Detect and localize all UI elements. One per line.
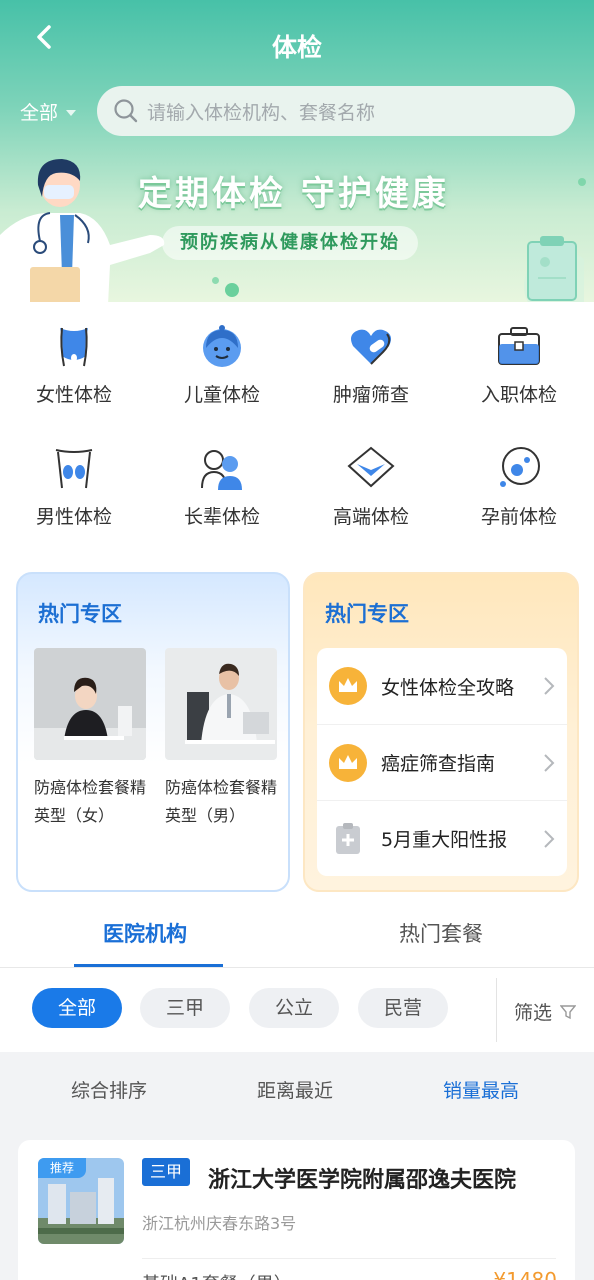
sort-overall[interactable]: 综合排序 [71,1076,147,1103]
category-label: 男性体检 [35,506,112,528]
hospital-card[interactable]: 推荐 三甲 浙江大学医学院附属邵逸夫医院 浙江杭州庆春东路3号 基础A1套餐（男… [18,1140,575,1280]
category-label: 入职体检 [480,384,557,406]
funnel-icon [560,1004,577,1019]
hot-zone-title: 热门专区 [38,602,122,626]
hot-zone-title: 热门专区 [325,602,409,626]
header-banner: 体检 全部 请输入体检机构、套餐名称 定期体检 守护健康 预防疾病从健康体检开始 [0,0,594,302]
category-label: 孕前体检 [480,506,557,528]
scope-label: 全部 [20,102,59,124]
diamond-icon [347,446,395,488]
search-input[interactable]: 请输入体检机构、套餐名称 [97,86,575,136]
chip-private[interactable]: 民营 [358,988,448,1028]
package-photo [34,648,146,760]
guide-item[interactable]: 癌症筛查指南 [317,724,567,800]
heart-pill-icon [351,329,391,365]
banner-subheadline: 预防疾病从健康体检开始 [162,226,418,260]
guide-text: 癌症筛查指南 [381,753,496,775]
scope-dropdown[interactable]: 全部 [20,98,77,125]
decor-dot [212,277,219,284]
hot-zone-guides: 热门专区 女性体检全攻略 癌症筛查指南 5月重大阳性报 [303,572,579,892]
divider [142,1258,556,1259]
hot-zones: 热门专区 防癌体检套餐精英型（女） 防癌体检套餐精英型（男） 热门专区 女性体检… [0,560,594,910]
clipboard-icon [524,236,584,302]
category-child[interactable]: 儿童体检 [148,322,296,407]
chevron-right-icon [544,830,555,848]
elders-icon [201,450,242,490]
decor-dot [225,283,239,297]
chip-tier3a[interactable]: 三甲 [140,988,230,1028]
chip-all[interactable]: 全部 [32,988,122,1028]
tab-indicator [74,964,223,967]
hospital-name: 浙江大学医学院附属邵逸夫医院 [208,1168,517,1193]
divider [496,978,497,1042]
package-name: 防癌体检套餐精英型（男） [165,778,278,825]
tab-bar: 医院机构 热门套餐 [0,910,594,968]
female-body-icon [60,327,88,367]
filter-label: 筛选 [514,1002,553,1024]
category-label: 儿童体检 [183,384,260,406]
chevron-right-icon [544,677,555,695]
category-premium[interactable]: 高端体检 [297,444,445,529]
sort-distance[interactable]: 距离最近 [257,1076,333,1103]
male-body-icon [55,449,93,489]
recommend-tag: 推荐 [38,1158,86,1178]
guide-text: 5月重大阳性报 [381,829,508,851]
sort-bar: 综合排序 距离最近 销量最高 [0,1052,594,1124]
category-onboarding[interactable]: 入职体检 [445,322,593,407]
crown-icon [329,667,367,705]
category-male[interactable]: 男性体检 [0,444,148,529]
category-label: 肿瘤筛查 [332,384,409,406]
filter-button[interactable]: 筛选 [514,998,577,1025]
filter-chips: 全部 三甲 公立 民营 筛选 [0,968,594,1052]
category-elders[interactable]: 长辈体检 [148,444,296,529]
level-badge: 三甲 [142,1158,190,1186]
package-card-female[interactable]: 防癌体检套餐精英型（女） [34,648,146,830]
sort-sales[interactable]: 销量最高 [443,1076,519,1103]
category-tumor[interactable]: 肿瘤筛查 [297,322,445,407]
category-label: 长辈体检 [183,506,260,528]
tab-hot-packages[interactable]: 热门套餐 [399,918,483,948]
category-female[interactable]: 女性体检 [0,322,148,407]
pregnancy-icon [500,447,540,487]
page-title: 体检 [271,33,322,62]
crown-icon [329,743,367,782]
banner-headline: 定期体检 守护健康 [138,174,449,214]
category-grid: 女性体检 儿童体检 肿瘤筛查 入职体检 男性体检 长辈体检 高端体检 孕前体检 [0,302,594,560]
package-name: 基础A1套餐（男） [142,1270,292,1280]
tab-hospitals[interactable]: 医院机构 [103,918,187,948]
guide-list: 女性体检全攻略 癌症筛查指南 5月重大阳性报 [317,648,567,876]
hot-zone-packages: 热门专区 防癌体检套餐精英型（女） 防癌体检套餐精英型（男） [16,572,290,892]
hospital-address: 浙江杭州庆春东路3号 [142,1214,297,1233]
category-label: 高端体检 [332,506,409,528]
package-card-male[interactable]: 防癌体检套餐精英型（男） [165,648,277,830]
search-placeholder: 请输入体检机构、套餐名称 [147,101,376,124]
search-icon [114,99,138,123]
category-prepregnancy[interactable]: 孕前体检 [445,444,593,529]
report-icon [336,822,360,854]
guide-item[interactable]: 5月重大阳性报 [317,800,567,876]
decor-dot [578,178,586,186]
category-label: 女性体检 [35,384,112,406]
package-photo [165,648,277,760]
guide-text: 女性体检全攻略 [381,676,515,699]
package-price: ¥1480 [493,1268,557,1280]
guide-item[interactable]: 女性体检全攻略 [317,648,567,724]
chevron-right-icon [544,754,555,772]
package-name: 防癌体检套餐精英型（女） [34,778,147,825]
child-face-icon [203,325,241,367]
chevron-down-icon [66,109,77,116]
chip-public[interactable]: 公立 [249,988,339,1028]
briefcase-icon [498,327,540,365]
